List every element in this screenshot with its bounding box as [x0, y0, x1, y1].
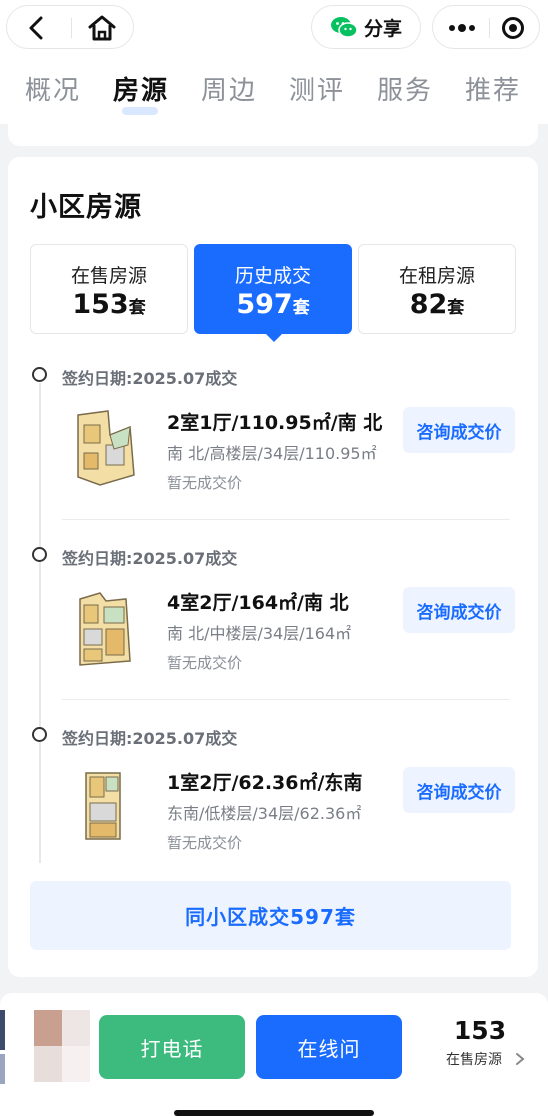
for-sale-count[interactable]: 153: [420, 1016, 540, 1045]
stat-label: 在租房源: [398, 265, 475, 287]
record-divider: [62, 699, 510, 700]
call-button[interactable]: 打电话: [99, 1015, 245, 1079]
wechat-icon: [330, 17, 358, 38]
floorplan-thumbnail[interactable]: [70, 405, 138, 491]
active-tab-indicator: [122, 107, 158, 115]
stat-count: 82套: [409, 289, 465, 320]
consult-price-button[interactable]: 咨询成交价: [403, 587, 515, 633]
deal-date: 签约日期:2025.07成交: [62, 369, 238, 388]
deal-date: 签约日期:2025.07成交: [62, 729, 238, 748]
nav-capsule-right: [432, 5, 540, 49]
consult-price-button[interactable]: 咨询成交价: [403, 767, 515, 813]
home-indicator: [174, 1110, 374, 1116]
agent-image-edge: [0, 1010, 5, 1050]
capsule-divider: [489, 18, 490, 38]
tab-services[interactable]: 服务: [369, 70, 441, 107]
back-icon[interactable]: [23, 14, 51, 42]
for-sale-label[interactable]: 在售房源: [446, 1049, 502, 1069]
timeline-line: [39, 383, 41, 863]
listing-detail: 东南/低楼层/34层/62.36㎡: [167, 804, 362, 823]
stat-history-deals[interactable]: 历史成交 597套: [194, 244, 352, 342]
target-icon[interactable]: [501, 16, 525, 40]
share-button[interactable]: 分享: [311, 5, 421, 49]
deal-price: 暂无成交价: [167, 474, 243, 492]
record-divider: [62, 519, 510, 520]
timeline-dot: [32, 727, 47, 742]
stat-count: 153套: [72, 289, 146, 320]
nav-capsule-left: [6, 5, 134, 49]
section-tabs: 概况 房源 周边 测评 服务 推荐: [0, 70, 548, 120]
listing-detail: 南 北/中楼层/34层/164㎡: [167, 624, 352, 643]
stat-for-sale[interactable]: 在售房源 153套: [30, 244, 188, 334]
tab-review[interactable]: 测评: [281, 70, 353, 107]
stat-label: 历史成交: [234, 265, 311, 287]
listing-title: 2室1厅/110.95㎡/南 北: [167, 412, 383, 434]
section-title: 小区房源: [30, 192, 142, 223]
listing-title: 4室2厅/164㎡/南 北: [167, 592, 349, 614]
floorplan-thumbnail[interactable]: [70, 585, 138, 671]
view-all-deals-button[interactable]: 同小区成交597套: [30, 881, 511, 950]
stat-label: 在售房源: [70, 265, 147, 287]
home-icon[interactable]: [87, 14, 117, 42]
timeline-dot: [32, 547, 47, 562]
timeline-dot: [32, 367, 47, 382]
chevron-right-icon: [516, 1053, 525, 1065]
deal-date: 签约日期:2025.07成交: [62, 549, 238, 568]
more-dots-icon[interactable]: [447, 16, 477, 40]
tab-listings[interactable]: 房源: [105, 70, 177, 107]
top-navigation: 分享 概况 房源 周边 测评 服务 推荐: [0, 0, 548, 124]
tab-surroundings[interactable]: 周边: [193, 70, 265, 107]
tab-recommend[interactable]: 推荐: [457, 70, 529, 107]
agent-avatar[interactable]: [34, 1010, 90, 1082]
previous-section-card: [8, 124, 538, 146]
online-chat-button[interactable]: 在线问: [256, 1015, 402, 1079]
agent-image-edge: [0, 1054, 5, 1084]
stat-count: 597套: [236, 289, 310, 320]
deal-price: 暂无成交价: [167, 834, 243, 852]
stat-for-rent[interactable]: 在租房源 82套: [358, 244, 516, 334]
share-label: 分享: [363, 17, 402, 40]
capsule-divider: [71, 18, 72, 38]
floorplan-thumbnail[interactable]: [70, 765, 138, 851]
listing-detail: 南 北/高楼层/34层/110.95㎡: [167, 444, 377, 463]
consult-price-button[interactable]: 咨询成交价: [403, 407, 515, 453]
listing-title: 1室2厅/62.36㎡/东南: [167, 772, 363, 794]
deal-price: 暂无成交价: [167, 654, 243, 672]
community-listings-card: 小区房源 在售房源 153套 历史成交 597套 在租房源 82套 签约日期:2…: [8, 157, 538, 977]
tab-overview[interactable]: 概况: [17, 70, 89, 107]
